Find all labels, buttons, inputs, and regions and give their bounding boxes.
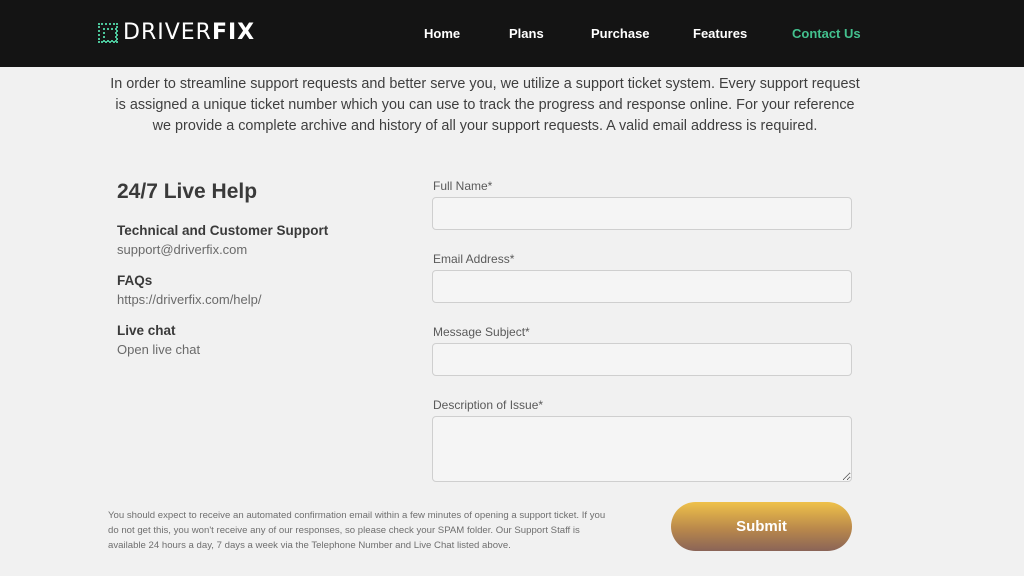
faqs-link[interactable]: https://driverfix.com/help/ [117, 290, 262, 309]
description-label: Description of Issue* [433, 398, 544, 412]
nav-features[interactable]: Features [693, 26, 747, 41]
email-input[interactable] [432, 270, 852, 303]
live-chat-heading: Live chat [117, 323, 176, 338]
top-nav-bar: DRIVERFIX Home Plans Purchase Features C… [0, 0, 1024, 67]
support-email-link[interactable]: support@driverfix.com [117, 240, 328, 259]
nav-home[interactable]: Home [424, 26, 460, 41]
full-name-label: Full Name* [433, 179, 493, 193]
nav-plans[interactable]: Plans [509, 26, 544, 41]
logo-text: DRIVERFIX [123, 20, 256, 45]
live-chat-block: Live chat Open live chat [117, 321, 200, 359]
support-contact-block: Technical and Customer Support support@d… [117, 221, 328, 259]
faqs-block: FAQs https://driverfix.com/help/ [117, 271, 262, 309]
logo-icon [98, 23, 118, 43]
faqs-heading: FAQs [117, 273, 153, 288]
subject-label: Message Subject* [433, 325, 530, 339]
nav-contact-us[interactable]: Contact Us [792, 26, 861, 41]
email-label: Email Address* [433, 252, 515, 266]
nav-purchase[interactable]: Purchase [591, 26, 650, 41]
driverfix-logo[interactable]: DRIVERFIX [98, 21, 255, 45]
description-textarea[interactable] [432, 416, 852, 482]
intro-text: In order to streamline support requests … [110, 76, 860, 134]
support-heading: Technical and Customer Support [117, 223, 329, 238]
subject-input[interactable] [432, 343, 852, 376]
open-live-chat-link[interactable]: Open live chat [117, 340, 200, 359]
full-name-input[interactable] [432, 197, 852, 230]
live-help-title: 24/7 Live Help [117, 180, 258, 203]
confirmation-note: You should expect to receive an automate… [108, 510, 606, 551]
submit-button[interactable]: Submit [671, 502, 852, 551]
